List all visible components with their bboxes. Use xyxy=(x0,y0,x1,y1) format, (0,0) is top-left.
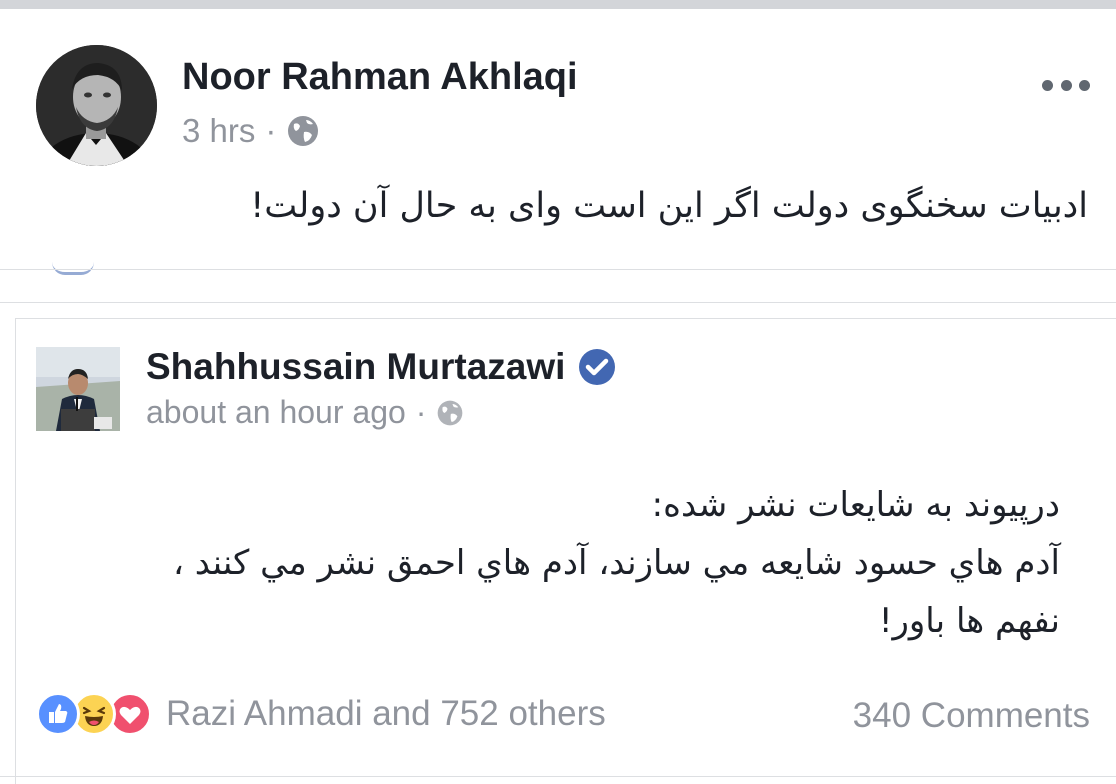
post-timestamp[interactable]: 3 hrs xyxy=(182,112,255,150)
author-avatar-image xyxy=(36,45,157,166)
shared-author-avatar[interactable] xyxy=(36,347,120,431)
divider xyxy=(0,776,1116,777)
divider xyxy=(0,302,1116,303)
like-glyph xyxy=(49,704,68,723)
meta-separator: · xyxy=(415,394,427,430)
verified-badge-icon xyxy=(579,349,616,385)
more-dot xyxy=(1042,79,1053,91)
shared-author-avatar-image xyxy=(36,347,120,431)
shared-post-timestamp[interactable]: about an hour ago xyxy=(146,394,406,431)
more-dot xyxy=(1079,79,1090,91)
shared-text-line: نفهم ها باور! xyxy=(878,601,1060,641)
meta-separator: · xyxy=(265,112,277,149)
comments-count[interactable]: 340 Comments xyxy=(853,696,1090,736)
shared-post-meta: about an hour ago · xyxy=(146,394,464,431)
like-icon xyxy=(36,692,80,736)
shared-text-line: درپيوند به شايعات نشر شده: xyxy=(651,485,1060,525)
author-avatar[interactable] xyxy=(36,45,157,166)
author-name[interactable]: Noor Rahman Akhlaqi xyxy=(182,56,578,99)
globe-icon xyxy=(438,400,463,425)
facebook-post-screenshot: Noor Rahman Akhlaqi 3 hrs · ادبیات سخنگو… xyxy=(0,0,1116,784)
more-options-icon[interactable] xyxy=(1042,70,1090,100)
shared-post-text: درپيوند به شايعات نشر شده: آدم هاي حسود … xyxy=(173,476,1060,650)
post-text: ادبیات سخنگوی دولت اگر این است وای به حا… xyxy=(250,186,1088,226)
love-glyph xyxy=(119,706,141,724)
divider xyxy=(0,269,1116,270)
reactions-text[interactable]: Razi Ahmadi and 752 others xyxy=(166,694,606,734)
globe-icon xyxy=(288,116,319,146)
post-meta: 3 hrs · xyxy=(182,112,320,150)
shared-author-name[interactable]: Shahhussain Murtazawi xyxy=(146,346,565,388)
top-divider xyxy=(0,0,1116,9)
haha-glyph xyxy=(82,706,106,726)
reactions-summary[interactable]: Razi Ahmadi and 752 others xyxy=(36,692,606,736)
shared-text-line: آدم هاي حسود شايعه مي سازند، آدم هاي احم… xyxy=(173,543,1060,583)
shared-author-row: Shahhussain Murtazawi xyxy=(146,346,617,388)
more-dot xyxy=(1060,79,1072,91)
